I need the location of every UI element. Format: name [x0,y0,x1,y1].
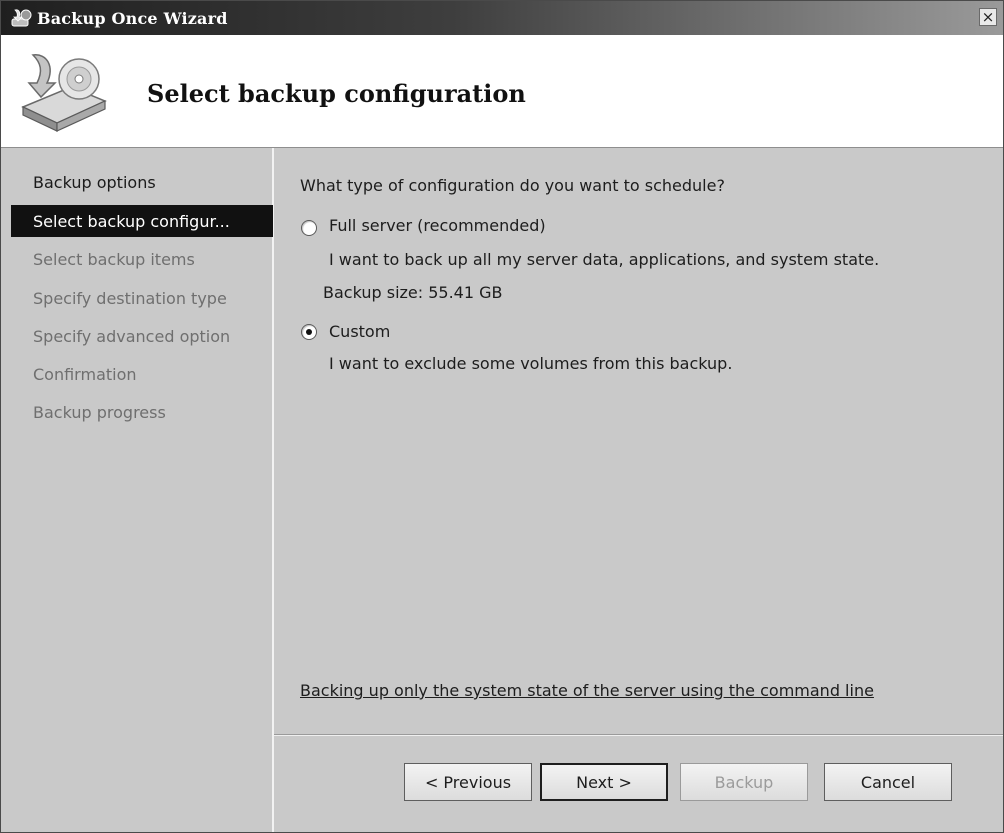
nav-step-select-backup-items: Select backup items [33,249,195,269]
cancel-button[interactable]: Cancel [824,763,952,801]
custom-description: I want to exclude some volumes from this… [329,354,733,373]
configuration-question: What type of configuration do you want t… [300,176,725,195]
wizard-header: Select backup configuration [1,35,1003,148]
nav-step-specify-destination-type: Specify destination type [33,288,227,308]
next-button[interactable]: Next > [540,763,668,801]
full-server-radio[interactable] [301,220,317,236]
close-icon: × [981,7,995,26]
button-area-divider [274,734,1003,736]
page-title: Select backup configuration [147,79,526,108]
nav-step-specify-advanced-option: Specify advanced option [33,326,231,346]
backup-button: Backup [680,763,808,801]
full-server-description: I want to back up all my server data, ap… [329,250,880,269]
backup-app-icon [11,9,32,27]
full-server-label[interactable]: Full server (recommended) [329,216,546,235]
backup-once-wizard-window: Backup Once Wizard × Select backup confi… [0,0,1004,833]
backup-disk-icon [21,54,107,132]
nav-step-select-backup-configuration[interactable]: Select backup configur... [11,205,273,237]
main-content: What type of configuration do you want t… [274,148,1003,734]
custom-label[interactable]: Custom [329,322,390,341]
radio-selected-dot [306,329,312,335]
nav-step-backup-options[interactable]: Backup options [11,166,273,198]
nav-step-backup-progress: Backup progress [33,402,166,422]
close-button[interactable]: × [979,8,997,26]
window-title: Backup Once Wizard [37,8,228,28]
custom-radio[interactable] [301,324,317,340]
previous-button[interactable]: < Previous [404,763,532,801]
nav-step-confirmation: Confirmation [33,364,137,384]
wizard-steps-nav: Backup options Select backup configur...… [1,148,274,832]
title-bar[interactable]: Backup Once Wizard × [1,1,1003,35]
backup-size-text: Backup size: 55.41 GB [323,283,503,302]
system-state-command-line-link[interactable]: Backing up only the system state of the … [300,681,874,700]
